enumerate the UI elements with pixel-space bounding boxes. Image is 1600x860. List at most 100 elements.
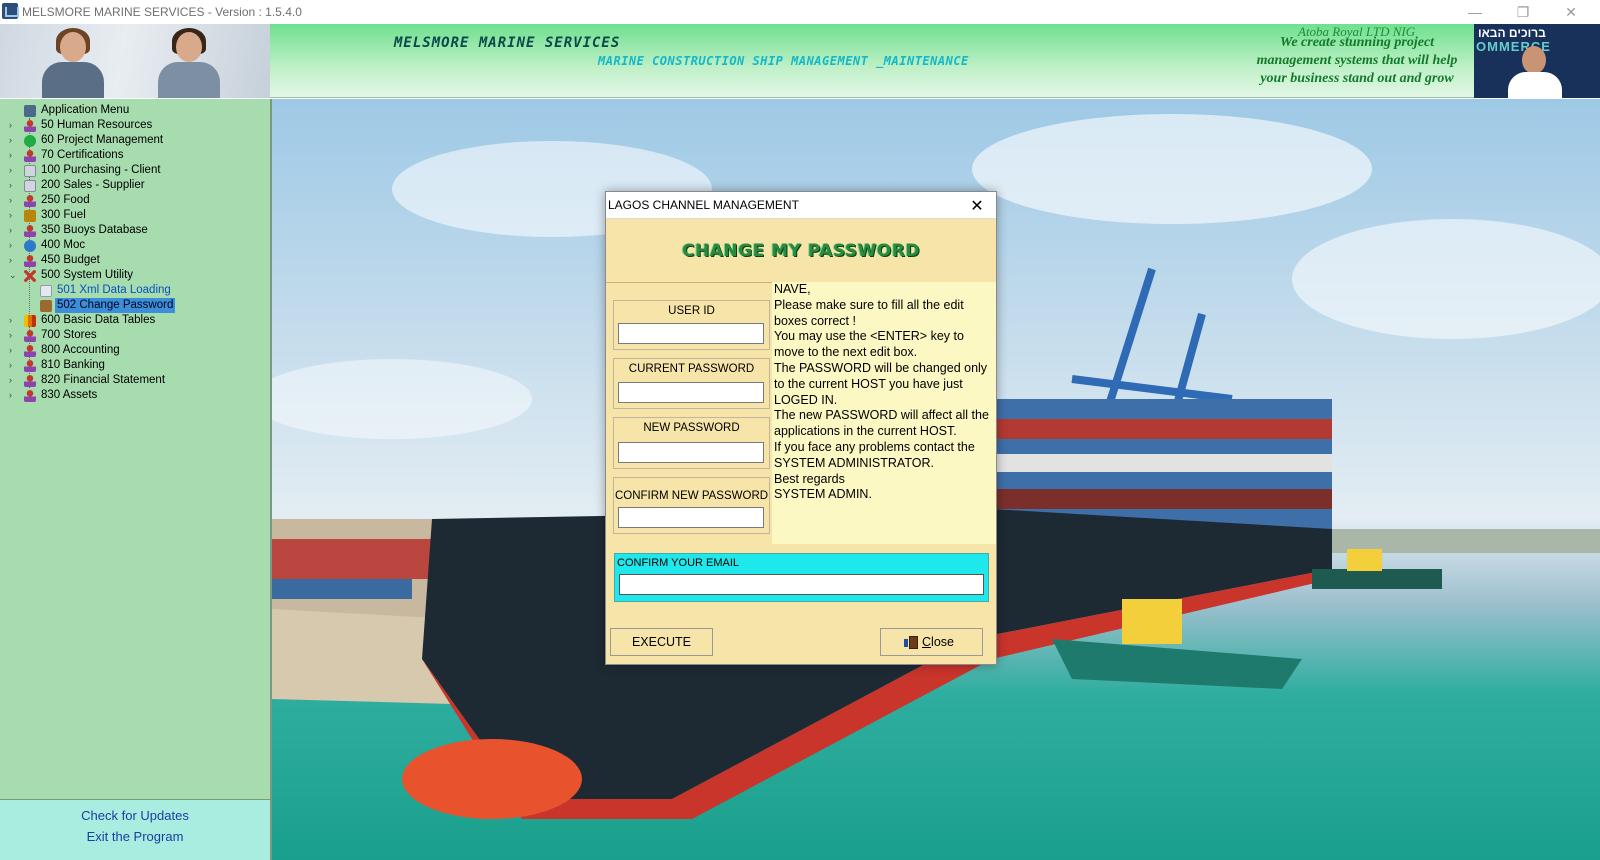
close-button[interactable]: Close — [880, 628, 983, 656]
chevron-right-icon[interactable]: › — [9, 373, 19, 388]
tree-item-project-management[interactable]: › 60 Project Management — [0, 133, 270, 148]
dialog-heading: CHANGE MY PASSWORD — [606, 220, 996, 283]
dialog-titlebar: LAGOS CHANNEL MANAGEMENT ✕ — [606, 192, 996, 219]
company-name: MELSMORE MARINE SERVICES — [394, 35, 621, 51]
chevron-right-icon[interactable]: › — [9, 208, 19, 223]
tree-item-system-utility[interactable]: ⌄ 500 System Utility — [0, 268, 270, 283]
chevron-right-icon[interactable]: › — [9, 118, 19, 133]
close-label-mnemonic: C — [922, 635, 932, 649]
tree-item-moc[interactable]: › 400 Moc — [0, 238, 270, 253]
exit-program-link[interactable]: Exit the Program — [0, 829, 270, 844]
tree-item-label: 300 Fuel — [41, 209, 86, 221]
tree-item-label: 501 Xml Data Loading — [57, 284, 171, 296]
chevron-right-icon[interactable]: › — [9, 358, 19, 373]
change-password-dialog: LAGOS CHANNEL MANAGEMENT ✕ CHANGE MY PAS… — [605, 191, 997, 665]
chevron-right-icon[interactable]: › — [9, 193, 19, 208]
tree-item-food[interactable]: › 250 Food — [0, 193, 270, 208]
chevron-right-icon[interactable]: › — [9, 148, 19, 163]
ad-slogan: We create stunning project management sy… — [1256, 35, 1458, 86]
tree-item-human-resources[interactable]: › 50 Human Resources — [0, 118, 270, 133]
confirm-email-input[interactable] — [619, 574, 984, 595]
tree-item-label: 600 Basic Data Tables — [41, 314, 156, 326]
app-icon — [2, 3, 19, 19]
businesswoman-figure — [150, 28, 228, 98]
tree-item-label: 350 Buoys Database — [41, 224, 148, 236]
chevron-right-icon[interactable]: › — [9, 388, 19, 403]
tree-item-banking[interactable]: › 810 Banking — [0, 358, 270, 373]
user-id-label: USER ID — [668, 305, 715, 317]
current-password-input[interactable] — [618, 382, 764, 403]
header-banner: MELSMORE MARINE SERVICES MARINE CONSTRUC… — [0, 24, 1600, 98]
tree-item-sales-supplier[interactable]: › 200 Sales - Supplier — [0, 178, 270, 193]
ad-photo-text: ברוכים הבאו — [1478, 26, 1546, 40]
chevron-right-icon[interactable]: › — [9, 223, 19, 238]
chevron-right-icon[interactable]: › — [9, 253, 19, 268]
person-icon — [24, 120, 36, 132]
application-menu-tree: Application Menu › 50 Human Resources › … — [0, 103, 270, 403]
tree-item-budget[interactable]: › 450 Budget — [0, 253, 270, 268]
user-id-group: USER ID — [613, 300, 770, 350]
chevron-right-icon[interactable]: › — [9, 313, 19, 328]
tools-icon — [24, 270, 36, 282]
chevron-down-icon[interactable]: ⌄ — [9, 268, 19, 283]
check-updates-link[interactable]: Check for Updates — [0, 808, 270, 823]
tree-item-accounting[interactable]: › 800 Accounting — [0, 343, 270, 358]
person-icon — [24, 330, 36, 342]
tree-item-label: 500 System Utility — [41, 269, 134, 281]
tree-item-label: 60 Project Management — [41, 134, 164, 146]
chevron-right-icon[interactable]: › — [9, 328, 19, 343]
current-password-group: CURRENT PASSWORD — [613, 358, 770, 409]
confirm-new-password-input[interactable] — [618, 507, 764, 528]
restore-button[interactable]: ❐ — [1500, 0, 1546, 24]
exit-door-icon — [904, 635, 919, 649]
tree-item-application-menu[interactable]: Application Menu — [0, 103, 270, 118]
tree-item-purchasing[interactable]: › 100 Purchasing - Client — [0, 163, 270, 178]
tree-item-basic-data-tables[interactable]: › 600 Basic Data Tables — [0, 313, 270, 328]
instructions-text: NAVE, Please make sure to fill all the e… — [772, 282, 996, 544]
new-password-group: NEW PASSWORD — [613, 417, 770, 469]
tree-item-label: 250 Food — [41, 194, 90, 206]
header-photo-advert: ברוכים הבאו OMMERCE — [1474, 24, 1600, 98]
person-icon — [24, 225, 36, 237]
new-password-input[interactable] — [618, 442, 764, 463]
chevron-right-icon[interactable]: › — [9, 163, 19, 178]
chevron-right-icon[interactable]: › — [9, 238, 19, 253]
sidebar-footer: Check for Updates Exit the Program — [0, 799, 270, 860]
xml-icon — [40, 285, 52, 297]
sidebar: Application Menu › 50 Human Resources › … — [0, 99, 272, 860]
chart-icon — [24, 315, 36, 327]
tree-item-label: Application Menu — [41, 104, 130, 116]
chevron-right-icon[interactable]: › — [9, 133, 19, 148]
window-title: MELSMORE MARINE SERVICES - Version : 1.5… — [22, 5, 302, 19]
tree-item-label: 700 Stores — [41, 329, 97, 341]
tree-item-certifications[interactable]: › 70 Certifications — [0, 148, 270, 163]
person-icon — [24, 195, 36, 207]
moc-icon — [24, 240, 36, 252]
dialog-close-icon[interactable]: ✕ — [962, 193, 992, 218]
tree-item-buoys-database[interactable]: › 350 Buoys Database — [0, 223, 270, 238]
person-icon — [24, 360, 36, 372]
minimize-button[interactable]: — — [1452, 0, 1498, 24]
tree-item-change-password[interactable]: 502 Change Password — [0, 298, 270, 313]
window-close-button[interactable]: ✕ — [1548, 0, 1594, 24]
confirm-email-label: CONFIRM YOUR EMAIL — [617, 557, 740, 569]
tree-item-label: 400 Moc — [41, 239, 86, 251]
businesswoman-figure — [34, 28, 112, 98]
tree-item-stores[interactable]: › 700 Stores — [0, 328, 270, 343]
company-tagline: MARINE CONSTRUCTION SHIP MANAGEMENT _MAI… — [598, 54, 969, 68]
person-icon — [24, 375, 36, 387]
tree-item-financial-statement[interactable]: › 820 Financial Statement — [0, 373, 270, 388]
tree-item-label: 70 Certifications — [41, 149, 124, 161]
chevron-right-icon[interactable]: › — [9, 178, 19, 193]
chevron-right-icon[interactable]: › — [9, 343, 19, 358]
tree-item-label: 830 Assets — [41, 389, 98, 401]
user-id-input[interactable] — [618, 323, 764, 344]
confirm-new-password-group: CONFIRM NEW PASSWORD — [613, 477, 770, 534]
tree-item-assets[interactable]: › 830 Assets — [0, 388, 270, 403]
person-icon — [24, 150, 36, 162]
tree-item-fuel[interactable]: › 300 Fuel — [0, 208, 270, 223]
tree-item-xml-data-loading[interactable]: 501 Xml Data Loading — [0, 283, 270, 298]
execute-button[interactable]: EXECUTE — [610, 628, 713, 656]
new-password-label: NEW PASSWORD — [643, 422, 740, 434]
confirm-new-password-label: CONFIRM NEW PASSWORD — [614, 490, 769, 502]
